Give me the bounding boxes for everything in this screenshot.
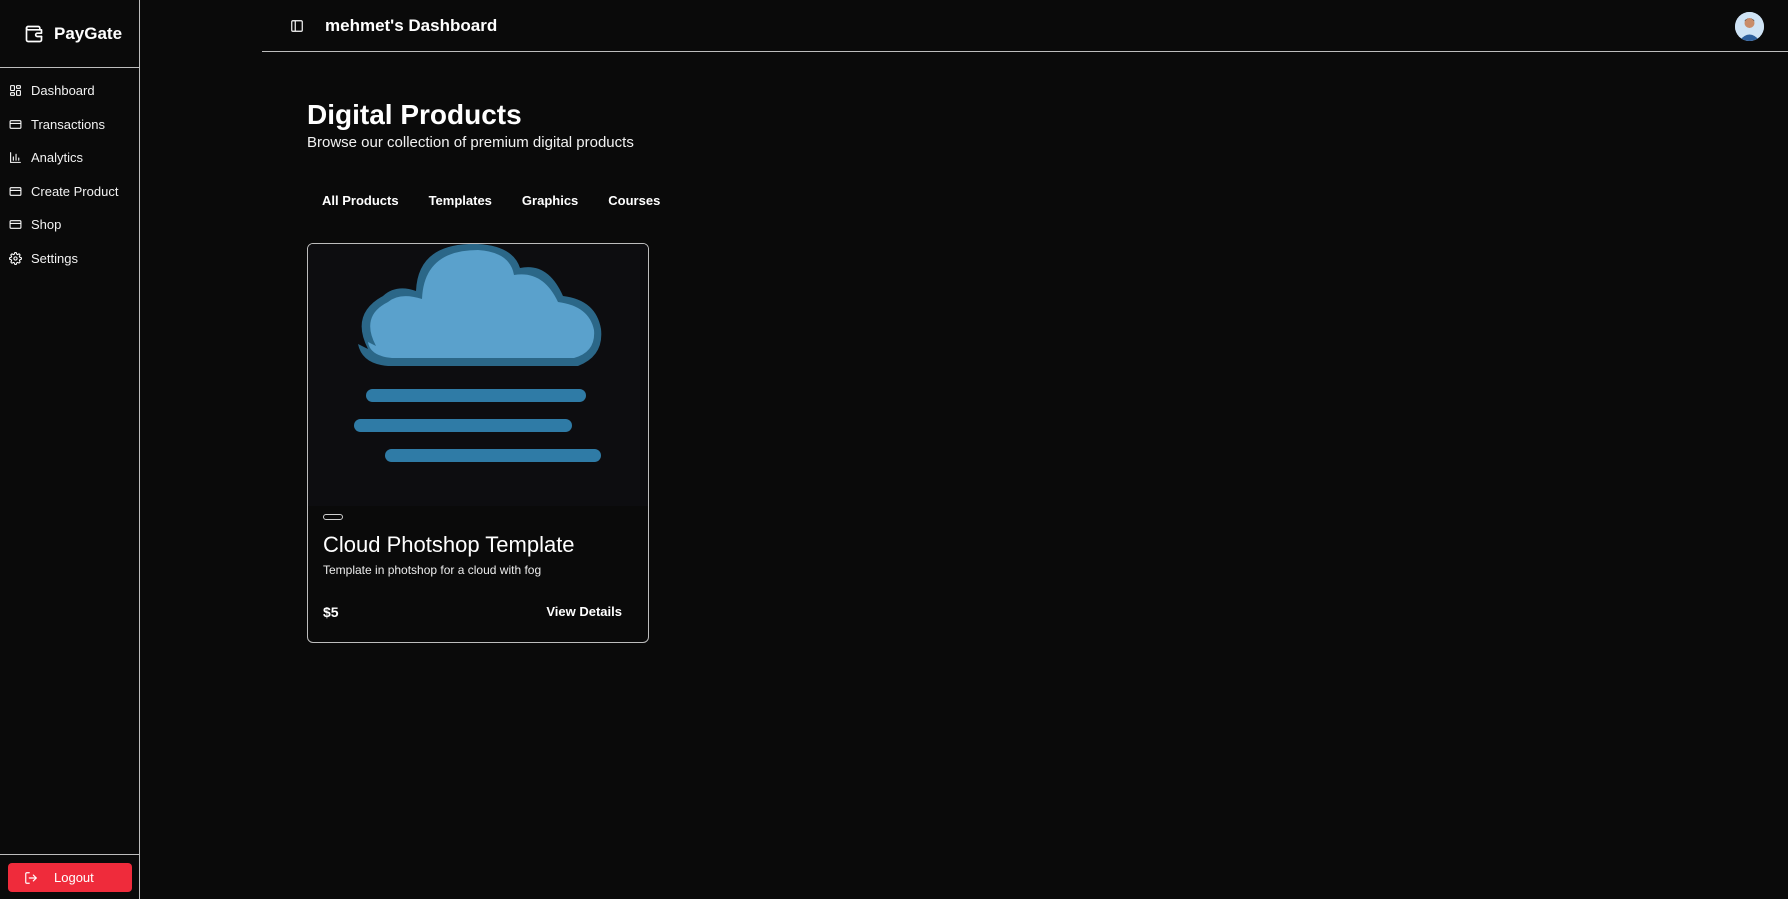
sidebar-item-analytics[interactable]: Analytics: [0, 141, 139, 175]
bar-chart-icon: [10, 152, 21, 164]
credit-card-icon: [9, 220, 22, 230]
logout-label: Logout: [54, 870, 94, 885]
sidebar-item-label: Settings: [31, 250, 78, 266]
tab-templates[interactable]: Templates: [414, 193, 507, 208]
product-badge: [323, 514, 343, 520]
sidebar-item-dashboard[interactable]: Dashboard: [0, 74, 139, 108]
section-subtitle: Browse our collection of premium digital…: [307, 134, 634, 151]
wallet-icon: [25, 25, 43, 42]
product-description: Template in photshop for a cloud with fo…: [323, 563, 542, 577]
product-title: Cloud Photshop Template: [323, 532, 575, 557]
tab-all-products[interactable]: All Products: [307, 193, 414, 208]
user-avatar-icon: [1735, 12, 1764, 41]
tab-graphics[interactable]: Graphics: [507, 193, 593, 208]
gear-icon: [9, 251, 22, 265]
product-card[interactable]: Cloud Photshop Template Template in phot…: [307, 243, 649, 643]
sidebar-item-transactions[interactable]: Transactions: [0, 108, 139, 142]
view-details-button[interactable]: View Details: [546, 604, 622, 619]
main-content: Digital Products Browse our collection o…: [307, 98, 660, 643]
sidebar: PayGate Dashboard Transactions Analytics…: [0, 0, 140, 899]
grid-icon: [10, 85, 21, 97]
brand-name: PayGate: [54, 23, 123, 43]
sidebar-footer: Logout: [0, 854, 139, 899]
product-price: $5: [323, 604, 339, 620]
sidebar-item-label: Transactions: [31, 116, 105, 132]
sidebar-nav: Dashboard Transactions Analytics Create …: [0, 68, 139, 275]
page-title: mehmet's Dashboard: [325, 16, 498, 35]
avatar[interactable]: [1735, 12, 1764, 41]
tab-courses[interactable]: Courses: [593, 193, 675, 208]
sidebar-item-label: Analytics: [31, 150, 84, 166]
sidebar-item-label: Dashboard: [31, 83, 95, 99]
brand[interactable]: PayGate: [0, 0, 139, 68]
logout-button[interactable]: Logout: [8, 863, 132, 892]
logout-icon: [25, 871, 37, 884]
credit-card-icon: [9, 119, 22, 129]
sidebar-item-label: Create Product: [31, 183, 119, 199]
top-bar: mehmet's Dashboard: [262, 0, 1788, 52]
panel-toggle-icon[interactable]: [290, 19, 304, 33]
credit-card-icon: [9, 186, 22, 196]
product-image: [308, 244, 648, 506]
sidebar-item-create-product[interactable]: Create Product: [0, 175, 139, 209]
sidebar-item-label: Shop: [31, 217, 62, 233]
sidebar-item-settings[interactable]: Settings: [0, 242, 139, 276]
sidebar-item-shop[interactable]: Shop: [0, 208, 139, 242]
category-tabs: All Products Templates Graphics Courses: [307, 193, 675, 208]
section-title: Digital Products: [307, 99, 522, 130]
